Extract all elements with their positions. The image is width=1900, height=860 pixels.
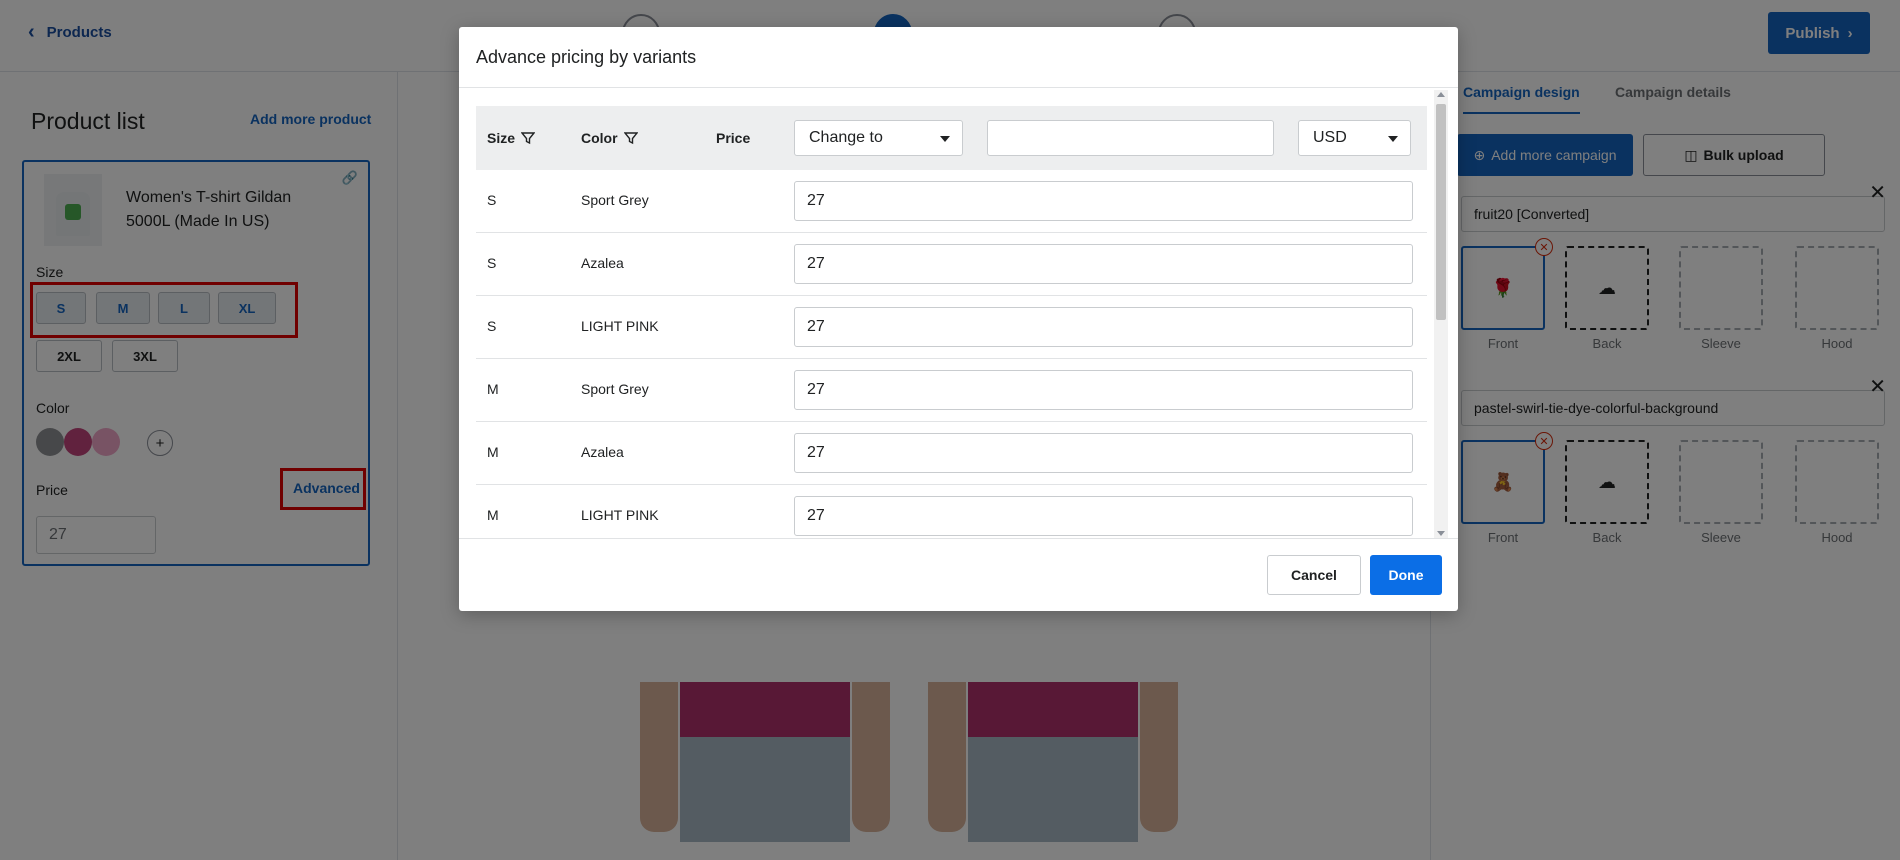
scroll-up-icon[interactable] [1437, 92, 1445, 97]
size-column-header[interactable]: Size [487, 130, 536, 146]
row-color: Azalea [581, 444, 624, 460]
size-header-label: Size [487, 130, 516, 146]
row-price-input[interactable]: 27 [794, 244, 1413, 284]
row-color: Sport Grey [581, 192, 649, 208]
table-scrollbar[interactable] [1434, 90, 1448, 538]
pricing-table-header: Size Color Price Change to USD [476, 106, 1427, 170]
currency-select[interactable]: USD [1298, 120, 1411, 156]
table-row: S Sport Grey 27 [476, 170, 1427, 233]
modal-body: Size Color Price Change to USD S Sport G… [459, 88, 1458, 538]
filter-icon[interactable] [521, 131, 536, 145]
row-price-input[interactable]: 27 [794, 433, 1413, 473]
advance-pricing-modal: Advance pricing by variants Size Color P… [459, 27, 1458, 611]
color-column-header[interactable]: Color [581, 130, 638, 146]
row-size: M [487, 444, 499, 460]
scrollbar-thumb[interactable] [1436, 104, 1446, 320]
modal-footer: Cancel Done [459, 538, 1458, 611]
change-mode-value: Change to [809, 129, 883, 146]
row-size: S [487, 255, 497, 271]
color-header-label: Color [581, 130, 618, 146]
row-color: Azalea [581, 255, 624, 271]
filter-icon[interactable] [623, 131, 638, 145]
row-price-input[interactable]: 27 [794, 307, 1413, 347]
change-mode-select[interactable]: Change to [794, 120, 963, 156]
table-row: M Sport Grey 27 [476, 359, 1427, 422]
table-row: M Azalea 27 [476, 422, 1427, 485]
row-price-input[interactable]: 27 [794, 181, 1413, 221]
caret-down-icon [1388, 136, 1398, 142]
cancel-button[interactable]: Cancel [1267, 555, 1361, 595]
table-row: S LIGHT PINK 27 [476, 296, 1427, 359]
row-size: S [487, 318, 497, 334]
modal-title: Advance pricing by variants [476, 47, 697, 67]
row-size: S [487, 192, 497, 208]
row-size: M [487, 381, 499, 397]
scroll-down-icon[interactable] [1437, 531, 1445, 536]
table-row: M LIGHT PINK 27 [476, 485, 1427, 538]
row-price-input[interactable]: 27 [794, 496, 1413, 536]
modal-header: Advance pricing by variants [459, 27, 1458, 88]
row-size: M [487, 507, 499, 523]
done-button[interactable]: Done [1370, 555, 1442, 595]
currency-value: USD [1313, 129, 1347, 146]
table-row: S Azalea 27 [476, 233, 1427, 296]
row-price-input[interactable]: 27 [794, 370, 1413, 410]
row-color: LIGHT PINK [581, 507, 659, 523]
row-color: Sport Grey [581, 381, 649, 397]
row-color: LIGHT PINK [581, 318, 659, 334]
bulk-price-input[interactable] [987, 120, 1274, 156]
price-column-header: Price [716, 130, 751, 146]
caret-down-icon [940, 136, 950, 142]
